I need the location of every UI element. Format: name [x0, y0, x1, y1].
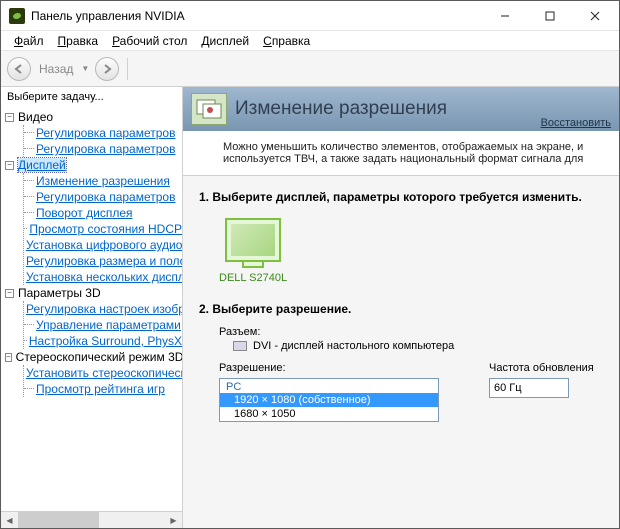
restore-link[interactable]: Восстановить: [541, 117, 611, 129]
resolution-option[interactable]: 1920 × 1080 (собственное): [220, 393, 438, 407]
tree-item[interactable]: Просмотр рейтинга игр: [36, 382, 165, 396]
minimize-button[interactable]: [482, 1, 527, 30]
window-title: Панель управления NVIDIA: [31, 9, 482, 23]
tree-group-3d[interactable]: Параметры 3D: [18, 286, 101, 300]
maximize-button[interactable]: [527, 1, 572, 30]
menu-desktop[interactable]: Рабочий стол: [105, 32, 194, 50]
refresh-combobox[interactable]: 60 Гц: [489, 378, 569, 398]
menu-help[interactable]: Справка: [256, 32, 317, 50]
resolution-listbox[interactable]: PC 1920 × 1080 (собственное) 1680 × 1050: [219, 378, 439, 422]
resolution-group-header: PC: [220, 379, 438, 393]
menu-file[interactable]: Файл: [7, 32, 51, 50]
menu-display[interactable]: Дисплей: [194, 32, 256, 50]
back-button[interactable]: [7, 57, 31, 81]
tree-toggle-icon[interactable]: −: [5, 113, 14, 122]
task-tree: −Видео Регулировка параметров Регулировк…: [1, 107, 182, 511]
sidebar-hscrollbar[interactable]: ◀ ▶: [1, 511, 182, 528]
tree-item[interactable]: Просмотр состояния HDCP: [29, 222, 182, 236]
step1-title: 1. Выберите дисплей, параметры которого …: [199, 190, 603, 204]
forward-button[interactable]: [95, 57, 119, 81]
scroll-thumb[interactable]: [18, 512, 99, 529]
connector-label: Разъем:: [219, 326, 603, 338]
main-panel: Изменение разрешения Восстановить Можно …: [183, 87, 619, 528]
tree-toggle-icon[interactable]: −: [5, 161, 14, 170]
tree-item[interactable]: Регулировка параметров: [36, 126, 175, 140]
dvi-port-icon: [233, 341, 247, 351]
step2-title: 2. Выберите разрешение.: [199, 302, 603, 316]
sidebar: Выберите задачу... −Видео Регулировка па…: [1, 87, 183, 528]
tree-group-stereo[interactable]: Стереоскопический режим 3D: [16, 350, 182, 364]
tree-item[interactable]: Установить стереоскопический режим: [26, 366, 182, 380]
tree-item[interactable]: Регулировка размера и положения: [26, 254, 182, 268]
nav-toolbar: Назад ▼: [1, 51, 619, 87]
monitor-stand-icon: [242, 262, 264, 268]
nvidia-icon: [9, 8, 25, 24]
page-description: Можно уменьшить количество элементов, от…: [183, 131, 619, 176]
tree-item[interactable]: Регулировка параметров: [36, 190, 175, 204]
tree-item[interactable]: Настройка Surround, PhysX: [29, 334, 182, 348]
connector-value: DVI - дисплей настольного компьютера: [253, 340, 454, 352]
monitor-label: DELL S2740L: [219, 272, 287, 284]
tree-toggle-icon[interactable]: −: [5, 353, 12, 362]
menu-edit[interactable]: Правка: [51, 32, 106, 50]
resolution-label: Разрешение:: [219, 362, 439, 374]
tree-item-change-resolution[interactable]: Изменение разрешения: [36, 174, 170, 188]
back-label: Назад: [39, 62, 73, 76]
close-button[interactable]: [572, 1, 617, 30]
monitor-icon: [225, 218, 281, 262]
display-icon: [191, 93, 227, 125]
refresh-value: 60 Гц: [494, 382, 522, 394]
tree-toggle-icon[interactable]: −: [5, 289, 14, 298]
refresh-label: Частота обновления: [489, 362, 594, 374]
tree-item[interactable]: Установка нескольких дисплеев: [26, 270, 182, 284]
back-dropdown-icon[interactable]: ▼: [79, 57, 91, 81]
tree-group-video[interactable]: Видео: [18, 110, 53, 124]
main-header: Изменение разрешения Восстановить: [183, 87, 619, 131]
scroll-left-icon[interactable]: ◀: [1, 512, 18, 529]
scroll-right-icon[interactable]: ▶: [165, 512, 182, 529]
menubar: Файл Правка Рабочий стол Дисплей Справка: [1, 31, 619, 51]
tree-item[interactable]: Установка цифрового аудио: [26, 238, 182, 252]
monitor-selector[interactable]: DELL S2740L: [219, 218, 287, 284]
tree-item[interactable]: Поворот дисплея: [36, 206, 133, 220]
tree-item[interactable]: Регулировка настроек изображения: [26, 302, 182, 316]
tree-group-display[interactable]: Дисплей: [18, 158, 66, 172]
tree-item[interactable]: Управление параметрами: [36, 318, 181, 332]
resolution-option[interactable]: 1680 × 1050: [220, 407, 438, 421]
titlebar: Панель управления NVIDIA: [1, 1, 619, 31]
nav-separator: [127, 58, 128, 80]
tree-item[interactable]: Регулировка параметров: [36, 142, 175, 156]
sidebar-title: Выберите задачу...: [1, 87, 182, 107]
